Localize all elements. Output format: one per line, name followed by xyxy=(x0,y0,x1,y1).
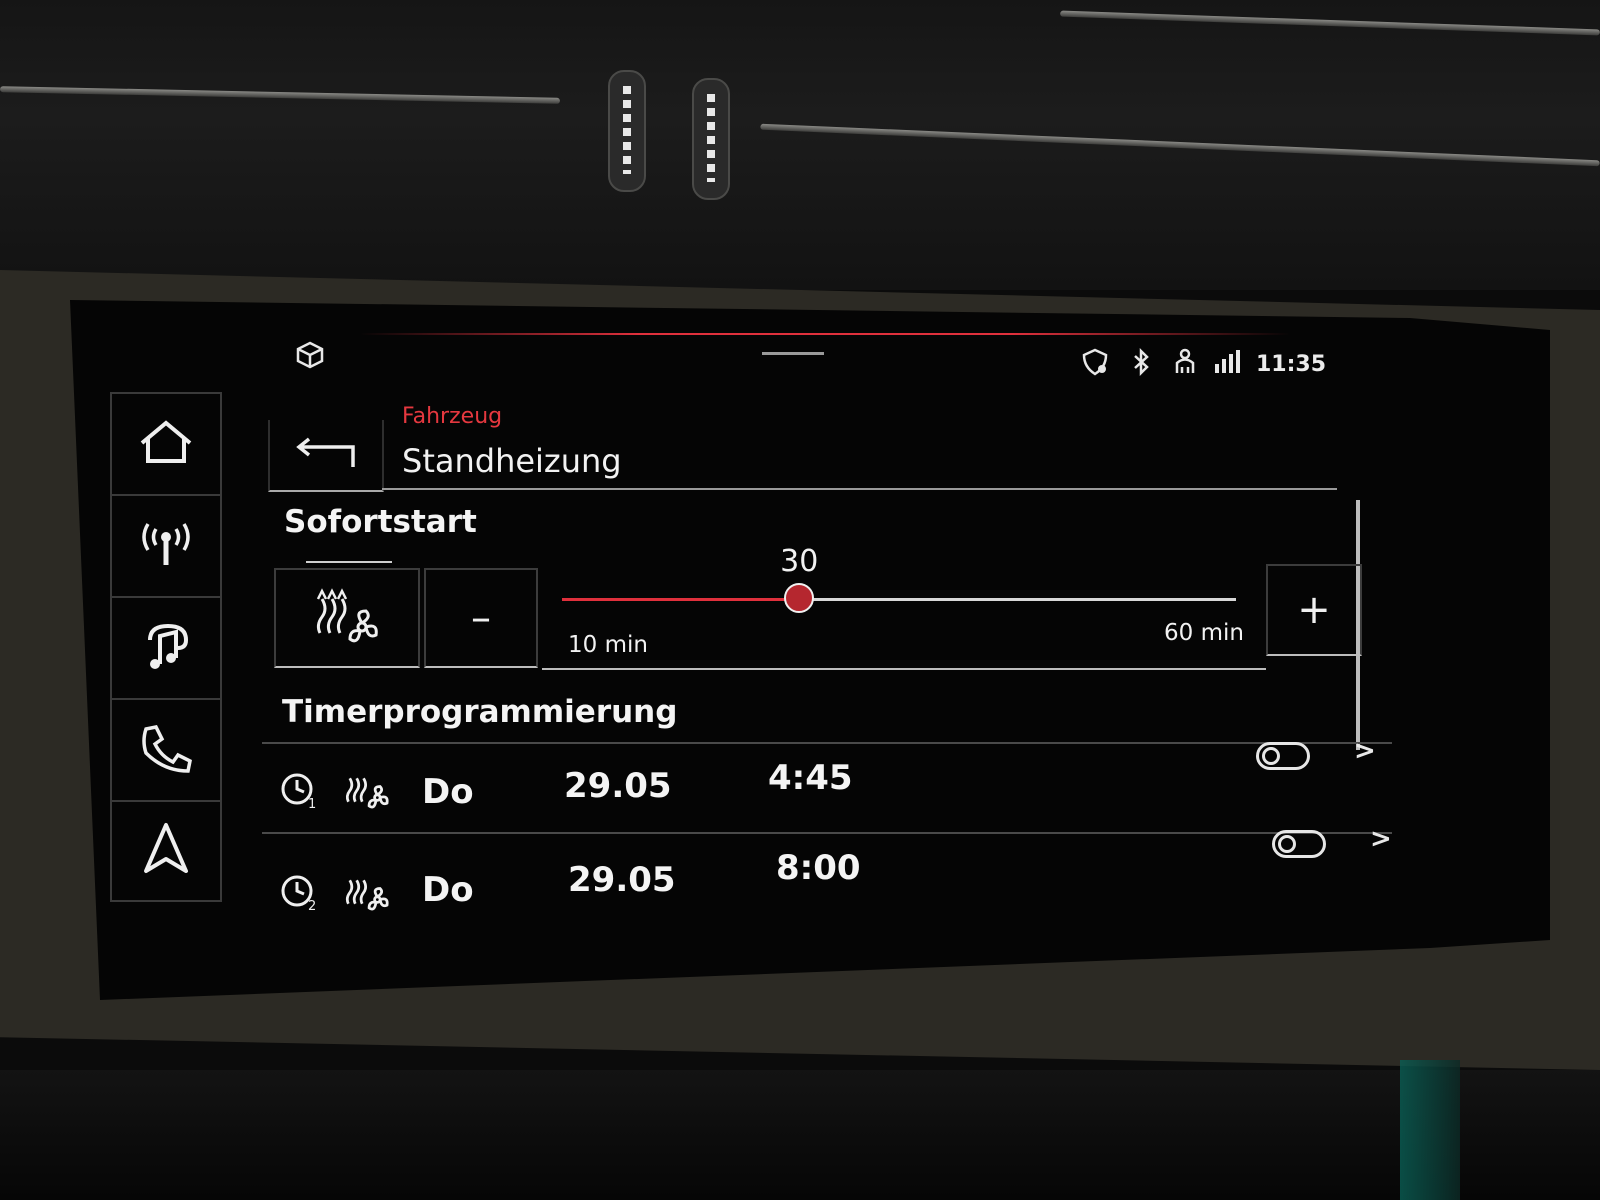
home-icon xyxy=(138,419,194,469)
timer-toggle[interactable] xyxy=(1256,742,1310,770)
slider-thumb[interactable] xyxy=(784,583,815,613)
timer-time: 4:45 xyxy=(768,758,853,798)
duration-slider[interactable]: 30 10 min 60 min xyxy=(542,544,1266,670)
phone-icon xyxy=(138,723,194,777)
timer-row-2[interactable]: 2 Do 29.05 8:00 > xyxy=(262,824,1392,916)
svg-text:1: 1 xyxy=(308,797,316,810)
air-vent-nozzle xyxy=(692,78,730,200)
timer-1-icon: 1 xyxy=(280,770,320,814)
chevron-right-icon[interactable]: > xyxy=(1354,736,1376,766)
pull-down-handle[interactable] xyxy=(762,352,824,355)
passenger-icon xyxy=(1170,347,1200,383)
status-clock: 11:35 xyxy=(1256,352,1327,377)
timer-date: 29.05 xyxy=(564,766,672,806)
timer-2-icon: 2 xyxy=(280,872,320,916)
timer-time: 8:00 xyxy=(776,848,861,888)
air-vent-slat xyxy=(1060,10,1600,36)
heat-fan-icon xyxy=(314,587,380,649)
air-vent-slat xyxy=(0,86,561,104)
sidebar-item-media[interactable] xyxy=(110,596,222,698)
section-title-timer: Timerprogrammierung xyxy=(282,694,678,730)
page-title: Standheizung xyxy=(402,442,622,480)
increase-duration-button[interactable]: + xyxy=(1266,564,1362,656)
slider-fill xyxy=(562,598,800,601)
signal-data-icon xyxy=(1212,347,1244,383)
air-vent-slat xyxy=(760,123,1600,167)
heat-fan-icon xyxy=(344,872,390,916)
mode-active-indicator xyxy=(306,561,392,563)
sidebar-item-navigation[interactable] xyxy=(110,800,222,902)
media-icon xyxy=(138,620,194,676)
back-arrow-icon xyxy=(291,433,361,477)
sidebar-item-home[interactable] xyxy=(110,392,222,494)
slider-value: 30 xyxy=(780,544,819,579)
breadcrumb[interactable]: Fahrzeug xyxy=(402,404,502,429)
header-divider xyxy=(382,488,1337,490)
sidebar-item-radio[interactable] xyxy=(110,494,222,596)
radio-icon xyxy=(138,519,194,573)
3d-box-icon xyxy=(294,340,326,376)
navigation-icon xyxy=(138,821,194,881)
heat-mode-button[interactable] xyxy=(274,568,420,668)
timer-date: 29.05 xyxy=(568,860,676,900)
section-title-sofortstart: Sofortstart xyxy=(284,504,477,540)
decrease-duration-button[interactable]: – xyxy=(424,568,538,668)
air-vent-nozzle xyxy=(608,70,646,192)
dashboard-top xyxy=(0,0,1600,290)
timer-toggle[interactable] xyxy=(1272,830,1326,858)
svg-text:2: 2 xyxy=(308,899,316,912)
slider-max-label: 60 min xyxy=(1164,620,1244,646)
timer-day: Do xyxy=(422,772,474,812)
left-sidebar xyxy=(110,392,222,902)
dashboard-bottom xyxy=(0,1070,1600,1200)
timer-day: Do xyxy=(422,870,474,910)
bluetooth-icon xyxy=(1130,347,1152,383)
heat-fan-icon xyxy=(344,770,390,814)
security-shield-icon xyxy=(1080,347,1110,383)
back-button[interactable] xyxy=(268,420,384,492)
slider-min-label: 10 min xyxy=(568,632,648,658)
top-accent-line xyxy=(360,333,1290,335)
sidebar-item-phone[interactable] xyxy=(110,698,222,800)
timer-row-1[interactable]: 1 Do 29.05 4:45 > xyxy=(262,736,1392,824)
ambient-light-strip xyxy=(1400,1060,1460,1200)
chevron-right-icon[interactable]: > xyxy=(1370,824,1392,854)
